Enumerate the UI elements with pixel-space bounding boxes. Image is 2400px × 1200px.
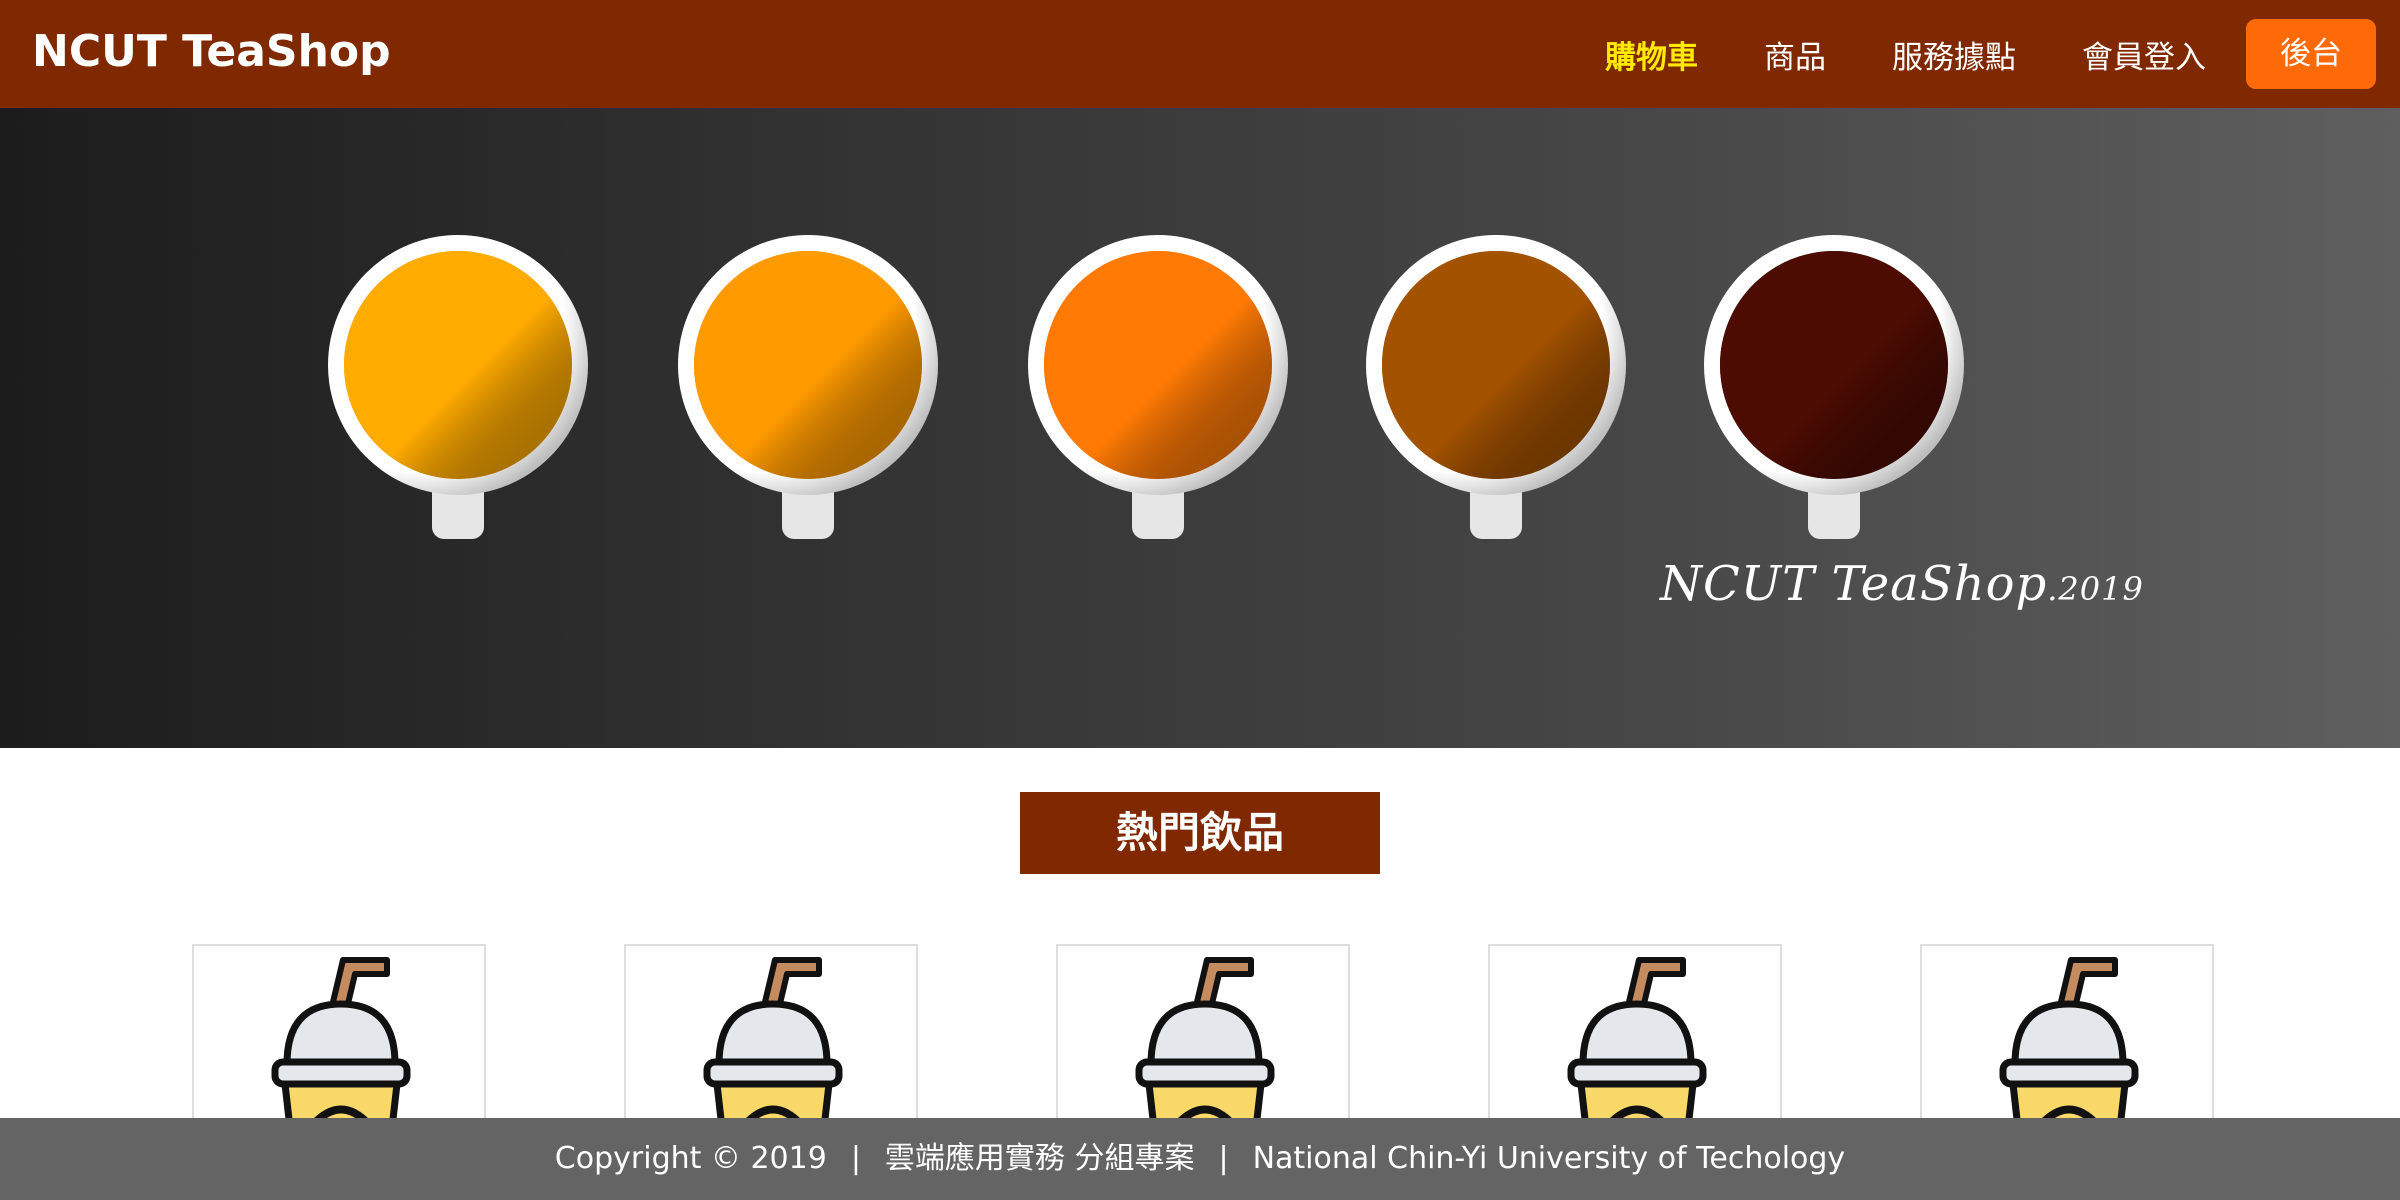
product-card[interactable] [1056, 944, 1350, 1124]
drink-cup-icon [703, 957, 843, 1122]
nav-member-login[interactable]: 會員登入 [2082, 32, 2206, 77]
footer-separator: | [850, 1141, 861, 1176]
top-navbar: NCUT TeaShop 購物車 商品 服務據點 會員登入 後台 [0, 0, 2400, 108]
tea-cup-icon [1027, 234, 1289, 554]
nav-products[interactable]: 商品 [1764, 32, 1826, 77]
footer-copyright: Copyright © 2019 [554, 1141, 827, 1176]
admin-button[interactable]: 後台 [2246, 19, 2376, 89]
nav-cart[interactable]: 購物車 [1605, 32, 1698, 77]
hero-signature: NCUT TeaShop.2019 [1660, 556, 2144, 612]
tea-cup-icon [1365, 234, 1627, 554]
product-card[interactable] [1488, 944, 1782, 1124]
tea-cup-icon [1703, 234, 1965, 554]
brand-logo-text[interactable]: NCUT TeaShop [32, 0, 391, 108]
nav-links: 購物車 商品 服務據點 會員登入 後台 [1539, 0, 2376, 108]
drink-cup-icon [1567, 957, 1707, 1122]
product-card[interactable] [1920, 944, 2214, 1124]
drink-cup-icon [1135, 957, 1275, 1122]
section-title-popular-drinks: 熱門飲品 [1020, 792, 1380, 874]
footer-school: National Chin-Yi University of Techology [1252, 1141, 1846, 1176]
hero-banner: NCUT TeaShop.2019 [0, 108, 2400, 748]
footer-project: 雲端應用實務 分組專案 [884, 1141, 1195, 1176]
hero-signature-year: .2019 [2047, 570, 2144, 608]
tea-cup-icon [677, 234, 939, 554]
drink-cup-icon [1999, 957, 2139, 1122]
drink-cup-icon [271, 957, 411, 1122]
footer-separator: | [1218, 1141, 1229, 1176]
tea-cup-icon [327, 234, 589, 554]
hero-signature-text: NCUT TeaShop [1660, 556, 2048, 612]
product-card[interactable] [624, 944, 918, 1124]
product-card[interactable] [192, 944, 486, 1124]
footer: Copyright © 2019 | 雲端應用實務 分組專案 | National Ch… [0, 1118, 2400, 1200]
nav-locations[interactable]: 服務據點 [1892, 32, 2016, 77]
